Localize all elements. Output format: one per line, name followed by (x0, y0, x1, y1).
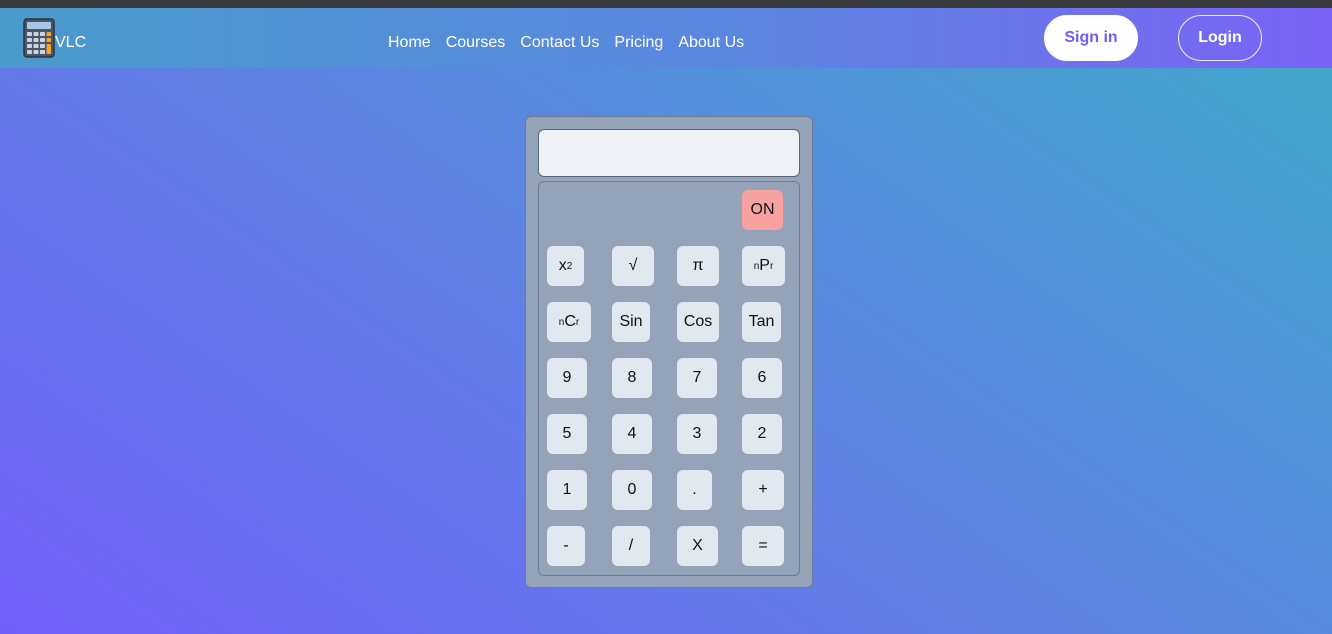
square-base: x (558, 257, 567, 274)
calculator-icon[interactable] (23, 18, 55, 58)
key-5[interactable]: 5 (547, 414, 587, 454)
key-2[interactable]: 2 (742, 414, 782, 454)
sin-button[interactable]: Sin (612, 302, 650, 342)
minus-button[interactable]: - (547, 526, 585, 566)
pi-button[interactable]: π (677, 246, 719, 286)
brand-name[interactable]: VLC (55, 34, 86, 52)
nav-link-home[interactable]: Home (388, 34, 431, 52)
key-1[interactable]: 1 (547, 470, 587, 510)
key-7[interactable]: 7 (677, 358, 717, 398)
nav-link-pricing[interactable]: Pricing (614, 34, 663, 52)
combination-button[interactable]: nCr (547, 302, 591, 342)
square-exponent: 2 (566, 260, 573, 272)
nav-link-about-us[interactable]: About Us (678, 34, 744, 52)
nav-link-courses[interactable]: Courses (446, 34, 506, 52)
sqrt-button[interactable]: √ (612, 246, 654, 286)
navbar: VLC Home Courses Contact Us Pricing Abou… (0, 8, 1332, 68)
tan-button[interactable]: Tan (742, 302, 781, 342)
key-4[interactable]: 4 (612, 414, 652, 454)
calculator-display[interactable] (538, 129, 800, 177)
ncr-main: C (564, 313, 576, 330)
sign-in-button[interactable]: Sign in (1044, 15, 1138, 61)
ncr-sub: r (575, 316, 580, 328)
key-3[interactable]: 3 (677, 414, 717, 454)
main-nav: Home Courses Contact Us Pricing About Us (388, 34, 744, 52)
equals-button[interactable]: = (742, 526, 784, 566)
cos-button[interactable]: Cos (677, 302, 719, 342)
multiply-button[interactable]: X (677, 526, 718, 566)
calculator-keypad: ON x2 √ π nPr nCr Sin Cos Tan 9 8 7 6 5 … (538, 181, 800, 576)
on-button[interactable]: ON (742, 190, 783, 230)
key-6[interactable]: 6 (742, 358, 782, 398)
key-0[interactable]: 0 (612, 470, 652, 510)
square-button[interactable]: x2 (547, 246, 584, 286)
browser-top-strip (0, 0, 1332, 8)
key-8[interactable]: 8 (612, 358, 652, 398)
plus-button[interactable]: + (742, 470, 784, 510)
npr-sub: r (769, 260, 774, 272)
permutation-button[interactable]: nPr (742, 246, 785, 286)
divide-button[interactable]: / (612, 526, 650, 566)
decimal-button[interactable]: . (677, 470, 712, 510)
nav-link-contact-us[interactable]: Contact Us (520, 34, 599, 52)
npr-main: P (759, 257, 770, 274)
login-button[interactable]: Login (1178, 15, 1262, 61)
calculator: ON x2 √ π nPr nCr Sin Cos Tan 9 8 7 6 5 … (525, 116, 813, 588)
key-9[interactable]: 9 (547, 358, 587, 398)
